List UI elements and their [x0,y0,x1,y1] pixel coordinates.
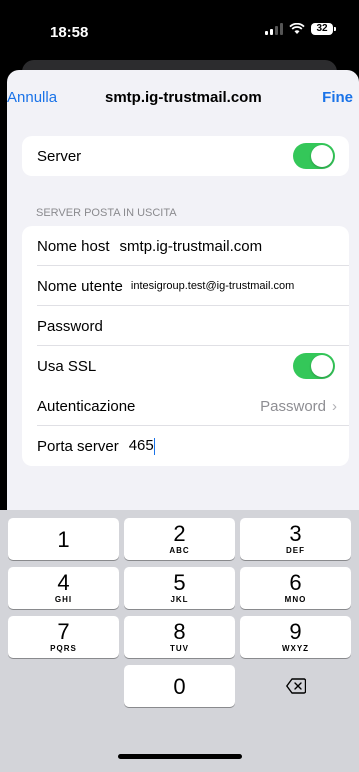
password-label: Password [37,317,103,335]
status-time: 18:58 [50,24,89,41]
hostname-row[interactable]: Nome host smtp.ig-trustmail.com [22,226,349,266]
section-header: SERVER POSTA IN USCITA [36,207,177,219]
ssl-toggle[interactable] [293,353,335,379]
key-5[interactable]: 5 JKL [124,567,235,609]
chevron-right-icon: › [332,397,337,415]
text-cursor [153,437,155,455]
port-label: Porta server [37,437,119,455]
key-3[interactable]: 3 DEF [240,518,351,560]
cancel-button[interactable]: Annulla [7,89,57,106]
hostname-field[interactable]: smtp.ig-trustmail.com [120,238,263,255]
key-8[interactable]: 8 TUV [124,616,235,658]
key-4[interactable]: 4 GHI [8,567,119,609]
toggle-knob [311,355,333,377]
server-group: Server [22,136,349,176]
battery-icon: 32 [311,23,336,35]
numeric-keypad: 1 2 ABC 3 DEF 4 GHI 5 JKL 6 MNO 7 PQRS 8… [0,510,359,772]
toggle-knob [311,145,333,167]
username-field[interactable]: intesigroup.test@ig-trustmail.com [131,280,294,292]
key-1[interactable]: 1 [8,518,119,560]
port-value: 465 [128,437,154,455]
password-row[interactable]: Password [22,306,349,346]
key-0[interactable]: 0 [124,665,235,707]
hostname-label: Nome host [37,237,110,255]
server-label: Server [37,147,82,165]
port-row[interactable]: Porta server 465 [22,426,349,466]
username-label: Nome utente [37,277,123,295]
ssl-row: Usa SSL [22,346,349,386]
port-field[interactable]: 465 [129,437,155,455]
navigation-bar: Annulla smtp.ig-trustmail.com Fine [7,70,359,126]
key-2[interactable]: 2 ABC [124,518,235,560]
ssl-label: Usa SSL [37,357,97,375]
status-icons: 32 [265,23,336,35]
delete-backspace-icon [285,678,306,694]
auth-value: Password [260,397,326,415]
authentication-row[interactable]: Autenticazione Password › [22,386,349,426]
auth-label: Autenticazione [37,397,136,415]
signal-icon [265,23,283,35]
username-row[interactable]: Nome utente intesigroup.test@ig-trustmai… [22,266,349,306]
wifi-icon [289,23,305,34]
key-7[interactable]: 7 PQRS [8,616,119,658]
home-indicator [118,754,242,759]
server-toggle[interactable] [293,143,335,169]
outgoing-server-group: Nome host smtp.ig-trustmail.com Nome ute… [22,226,349,466]
server-row: Server [22,136,349,176]
done-button[interactable]: Fine [322,89,353,106]
auth-value-container: Password › [260,398,337,415]
delete-key[interactable] [240,665,351,707]
key-9[interactable]: 9 WXYZ [240,616,351,658]
page-title: smtp.ig-trustmail.com [105,89,262,106]
key-6[interactable]: 6 MNO [240,567,351,609]
